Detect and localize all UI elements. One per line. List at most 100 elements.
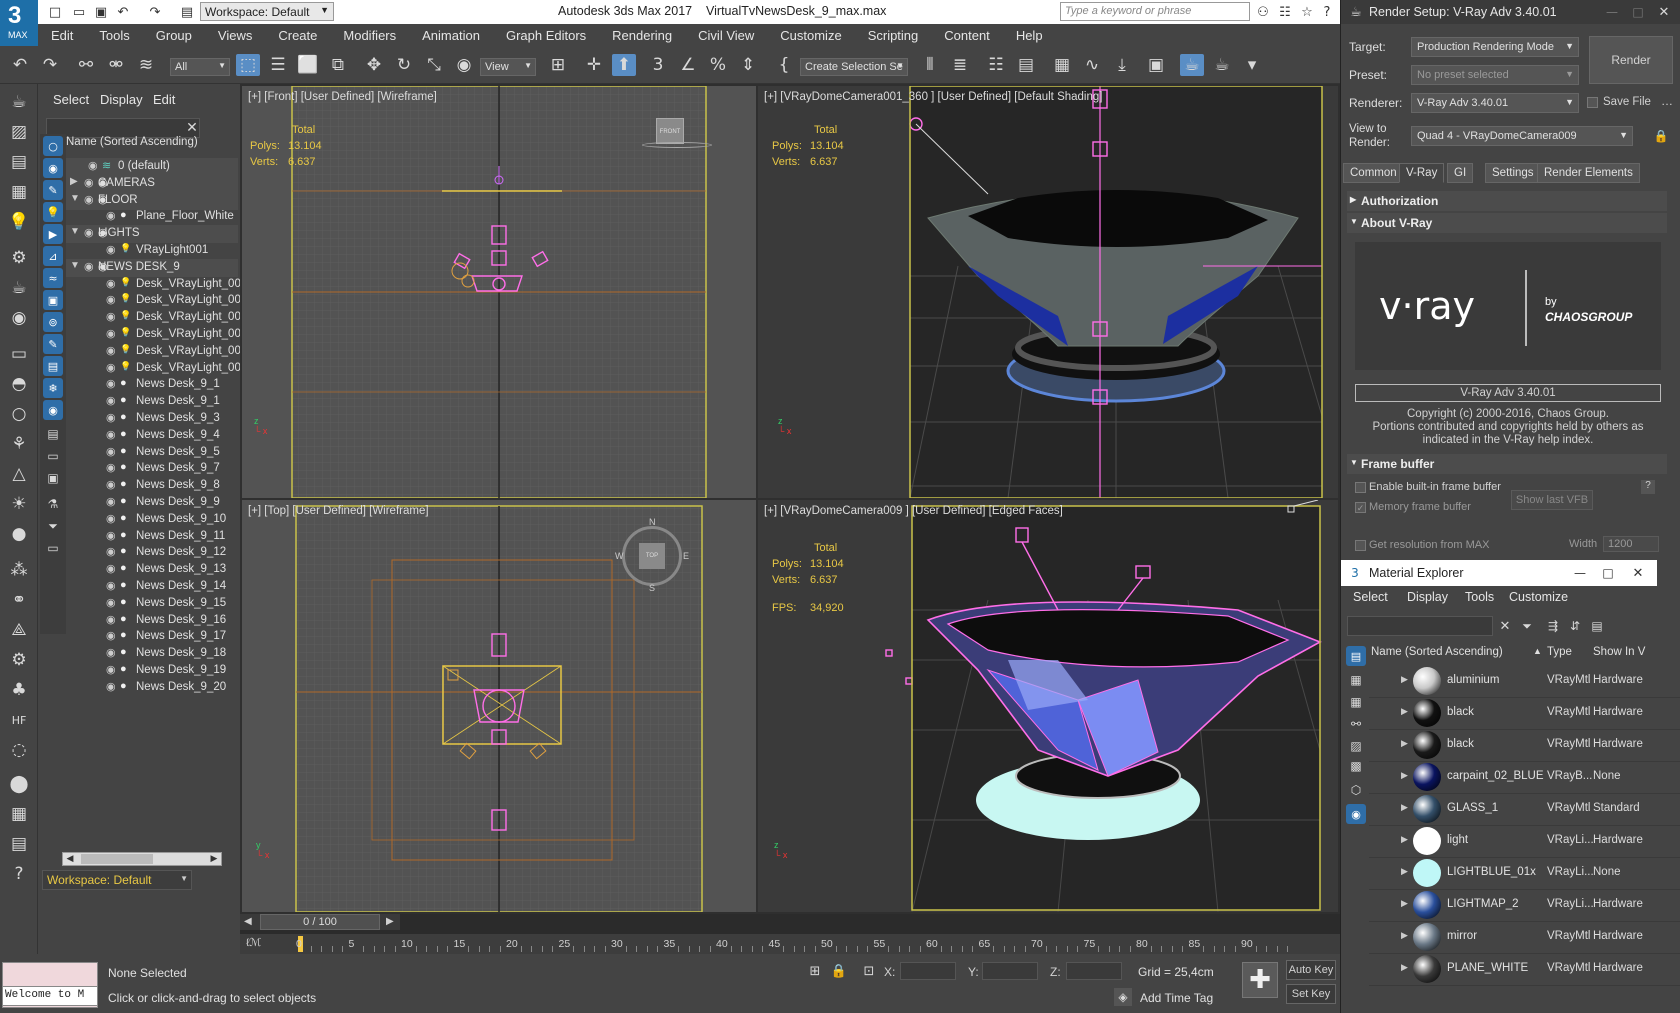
new-file-icon[interactable]: □: [46, 3, 64, 21]
scene-item[interactable]: ◉ ● News Desk_9_1: [66, 376, 238, 394]
light-bulb-icon[interactable]: 💡: [6, 210, 32, 234]
scene-item[interactable]: ◉ ● News Desk_9_17: [66, 628, 238, 646]
menu-customize[interactable]: Customize: [1509, 590, 1568, 604]
scene-item[interactable]: ▼ ◉ ◉ NEWS DESK_9: [66, 258, 238, 277]
tab-settings[interactable]: Settings: [1485, 163, 1541, 183]
material-row[interactable]: ▶ carpaint_02_BLUE VRayB... None: [1369, 760, 1680, 794]
chevron-right-icon[interactable]: ▶: [1401, 866, 1408, 877]
menu-select[interactable]: Select: [1353, 590, 1388, 604]
z-coordinate-field[interactable]: [1066, 962, 1122, 980]
spacewarp-filter-icon[interactable]: ≈: [43, 268, 63, 288]
subscription-icon[interactable]: ☷: [1276, 3, 1294, 21]
fur-icon[interactable]: ⚘: [6, 432, 32, 456]
material-row[interactable]: ▶ black VRayMtl Hardware: [1369, 696, 1680, 730]
scene-item[interactable]: ◉ ● News Desk_9_12: [66, 544, 238, 562]
star-icon[interactable]: ☆: [1298, 3, 1316, 21]
render-setup-icon[interactable]: ☕: [1180, 54, 1204, 76]
visibility-eye-icon[interactable]: ◉: [106, 428, 116, 441]
menu-scripting[interactable]: Scripting: [868, 28, 919, 43]
scene-item[interactable]: ◉ 💡 Desk_VRayLight_005: [66, 343, 247, 361]
visibility-eye-icon[interactable]: ◉: [106, 344, 116, 357]
next-frame-icon[interactable]: ▶: [386, 916, 394, 927]
plant-icon[interactable]: ♣: [6, 678, 32, 702]
visibility-eye-icon[interactable]: ◉: [106, 327, 116, 340]
visibility-eye-icon[interactable]: ◉: [106, 445, 116, 458]
menu-tools[interactable]: Tools: [1465, 590, 1494, 604]
chevron-right-icon[interactable]: ▶: [1401, 930, 1408, 941]
helper-filter-icon[interactable]: ⊿: [43, 246, 63, 266]
chevron-right-icon[interactable]: ▶: [1401, 834, 1408, 845]
set-key-mode-icon[interactable]: ✚: [1242, 962, 1278, 998]
schematic-view-icon[interactable]: ⤓: [1110, 54, 1134, 76]
scene-item[interactable]: ◉ 💡 Desk_VRayLight_001: [66, 276, 247, 294]
grid-icon[interactable]: ▦: [6, 802, 32, 826]
selection-lock-icon[interactable]: 🔒: [830, 962, 848, 980]
enable-fb-checkbox[interactable]: [1355, 482, 1366, 493]
chevron-right-icon[interactable]: ▶: [1401, 706, 1408, 717]
frame-display[interactable]: 0 / 100: [260, 914, 380, 930]
settings-gear-icon[interactable]: ⚙: [6, 648, 32, 672]
scene-header[interactable]: Name (Sorted Ascending): [66, 134, 238, 150]
set-key-button[interactable]: Set Key: [1286, 984, 1336, 1004]
column-type[interactable]: Type: [1547, 646, 1572, 658]
authorization-rollout[interactable]: ▶ Authorization: [1347, 191, 1667, 211]
keyboard-shortcut-icon[interactable]: ⬆: [612, 54, 636, 76]
visibility-eye-icon[interactable]: ◉: [84, 226, 94, 239]
time-slider[interactable]: ◀ 0 / 100 ▶: [240, 914, 400, 930]
expand-all-icon[interactable]: ⇶: [1545, 618, 1561, 634]
map-icon[interactable]: ▩: [1346, 756, 1366, 776]
undo-icon[interactable]: ↶: [114, 3, 132, 21]
material-editor-icon[interactable]: ▣: [1144, 54, 1168, 76]
visibility-eye-icon[interactable]: ◉: [106, 596, 116, 609]
curve-editor-icon[interactable]: ∿: [1080, 54, 1104, 76]
teapot-icon[interactable]: ☕: [6, 90, 32, 114]
render-production-icon[interactable]: ▾: [1240, 54, 1264, 76]
lock-icon[interactable]: 🔒: [1653, 128, 1669, 144]
bone-filter-icon[interactable]: ✎: [43, 334, 63, 354]
viewport-front[interactable]: [+] [Front] [User Defined] [Wireframe] T…: [242, 86, 756, 498]
scene-item[interactable]: ▶ ◉ ◉ CAMERAS: [66, 174, 238, 193]
curve-editor-toggle-icon[interactable]: ℓℳ: [246, 936, 261, 949]
xref-filter-icon[interactable]: ⊚: [43, 312, 63, 332]
select-object-icon[interactable]: ⬚: [236, 54, 260, 76]
particles-icon[interactable]: ⁂: [6, 558, 32, 582]
material-row[interactable]: ▶ PLANE_WHITE VRayMtl Hardware: [1369, 952, 1680, 986]
menu-views[interactable]: Views: [218, 28, 252, 43]
add-time-tag[interactable]: Add Time Tag: [1140, 991, 1213, 1005]
renderer-dropdown[interactable]: V-Ray Adv 3.40.01 ▼: [1411, 93, 1579, 113]
tab-render-elements[interactable]: Render Elements: [1537, 163, 1640, 183]
redo-icon[interactable]: ↷: [38, 54, 62, 76]
view-compass[interactable]: TOP N E S W: [615, 517, 689, 593]
tab-common[interactable]: Common: [1343, 163, 1404, 183]
container-filter-icon[interactable]: ▤: [43, 356, 63, 376]
scroll-right-icon[interactable]: ▶: [207, 853, 221, 865]
visibility-eye-icon[interactable]: ◉: [106, 562, 116, 575]
open-file-icon[interactable]: ▭: [70, 3, 88, 21]
horizontal-scrollbar[interactable]: ◀ ▶: [62, 852, 222, 866]
scene-item[interactable]: ▼ ◉ ◉ FLOOR: [66, 191, 238, 210]
menu-group[interactable]: Group: [156, 28, 192, 43]
scene-item[interactable]: ◉ 💡 Desk_VRayLight_006: [66, 360, 247, 378]
scene-item[interactable]: ◉ 💡 Desk_VRayLight_003: [66, 309, 247, 327]
filter-icon[interactable]: ⏷: [1519, 618, 1535, 634]
pattern-icon[interactable]: ▨: [1346, 736, 1366, 756]
save-file-checkbox[interactable]: [1587, 97, 1598, 108]
material-row[interactable]: ▶ aluminium VRayMtl Hardware: [1369, 664, 1680, 698]
chevron-down-icon[interactable]: ▼: [70, 226, 80, 237]
menu-tools[interactable]: Tools: [99, 28, 129, 43]
scene-materials-icon[interactable]: ◉: [1346, 804, 1366, 824]
doc-icon[interactable]: ▤: [6, 832, 32, 856]
light-filter-icon[interactable]: 💡: [43, 202, 63, 222]
visibility-eye-icon[interactable]: ◉: [106, 411, 116, 424]
geometry-filter-icon[interactable]: ◉: [43, 158, 63, 178]
material-row[interactable]: ▶ light VRayLi... Hardware: [1369, 824, 1680, 858]
angle-snap-icon[interactable]: ∠: [676, 54, 700, 76]
group-filter-icon[interactable]: ▣: [43, 290, 63, 310]
question-icon[interactable]: ?: [6, 862, 32, 886]
table-icon[interactable]: ▦: [6, 180, 32, 204]
viewport-top[interactable]: [+] [Top] [User Defined] [Wireframe] TOP…: [242, 500, 756, 912]
visibility-eye-icon[interactable]: ◉: [106, 495, 116, 508]
material-row[interactable]: ▶ GLASS_1 VRayMtl Standard: [1369, 792, 1680, 826]
rectangular-selection-icon[interactable]: ⬜: [296, 54, 320, 76]
width-field[interactable]: 1200: [1603, 536, 1659, 552]
